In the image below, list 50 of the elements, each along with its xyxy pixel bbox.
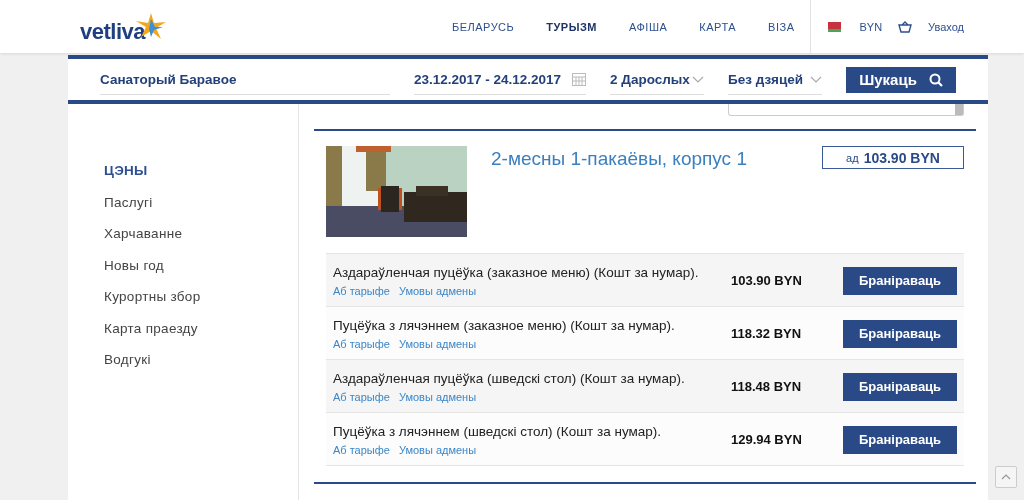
basket-icon[interactable] [898,20,913,33]
tariff-link[interactable]: Умовы адмены [398,284,477,297]
room-title: 2-месны 1-пакаёвы, корпус 1 [491,148,748,171]
tariff-name: Пуцёўка з лячэннем (шведскі стол) (Кошт за нумар). [333,423,663,440]
currency-selector[interactable]: BYN [859,20,883,33]
logo[interactable]: vetliva [80,18,145,45]
tariff-price: 129.94 BYN [731,432,803,447]
price-tag: ад 103.90 BYN [822,146,964,169]
tariff-link[interactable]: Умовы адмены [398,337,477,350]
chevron-icon [692,75,704,83]
tariff-link[interactable]: Умовы адмены [398,390,477,403]
adults-dropdown[interactable]: 2 Дарослых [610,64,704,95]
nav-link[interactable]: ТУРЫЗМ [546,20,597,33]
tariff-name: Аздараўленчая пуцёўка (заказное меню) (Кошт за нумар). [333,264,700,281]
date-field[interactable]: 23.12.2017 - 24.12.2017 [414,64,586,95]
tariff-link[interactable]: Аб тарыфе [333,284,390,297]
sidebar-item[interactable]: Паслугі [104,193,298,212]
sidebar-item[interactable]: Водгукі [104,351,298,370]
sidebar-item[interactable]: Курортны збор [104,288,298,307]
children-dropdown[interactable]: Без дзяцей [728,64,822,95]
tariff-link[interactable]: Умовы адмены [398,443,477,456]
search-icon [928,72,943,87]
chevron-icon [810,75,822,83]
book-button[interactable]: Браніраваць [843,372,957,401]
login-link[interactable]: Уваход [928,20,964,33]
sidebar-item[interactable]: Карта праезду [104,319,298,338]
sidebar-item[interactable]: Харчаванне [104,225,298,244]
nav-link[interactable]: ВІЗА [768,20,795,33]
destination-field[interactable]: Санаторый Баравое [100,64,390,95]
tariff-name: Аздараўленчая пуцёўка (шведскі стол) (Кошт за нумар). [333,370,686,387]
chevron-up-icon [1001,474,1011,480]
nav-link[interactable]: АФІША [629,20,668,33]
tariff-price: 103.90 BYN [731,273,803,288]
tariff-link[interactable]: Аб тарыфе [333,390,390,403]
book-button[interactable]: Браніраваць [843,319,957,348]
tariff-name: Пуцёўка з лячэннем (заказное меню) (Кошт за нумар). [333,317,676,334]
flag-icon[interactable] [825,21,842,32]
tariff-price: 118.32 BYN [731,326,803,341]
sidebar-item[interactable]: Новы год [104,256,298,275]
nav-link[interactable]: БЕЛАРУСЬ [451,20,515,33]
sidebar-item[interactable]: ЦЭНЫ [104,162,298,181]
nav-link[interactable]: КАРТА [699,20,737,33]
dropdown-field[interactable] [728,104,964,116]
tariff-link[interactable]: Аб тарыфе [333,337,390,350]
search-button[interactable]: Шукаць [846,66,956,93]
calendar-icon [572,72,586,86]
tariff-link[interactable]: Аб тарыфе [333,443,390,456]
book-button[interactable]: Браніраваць [843,266,957,295]
book-button[interactable]: Браніраваць [843,425,957,454]
tariff-price: 118.48 BYN [731,379,803,394]
